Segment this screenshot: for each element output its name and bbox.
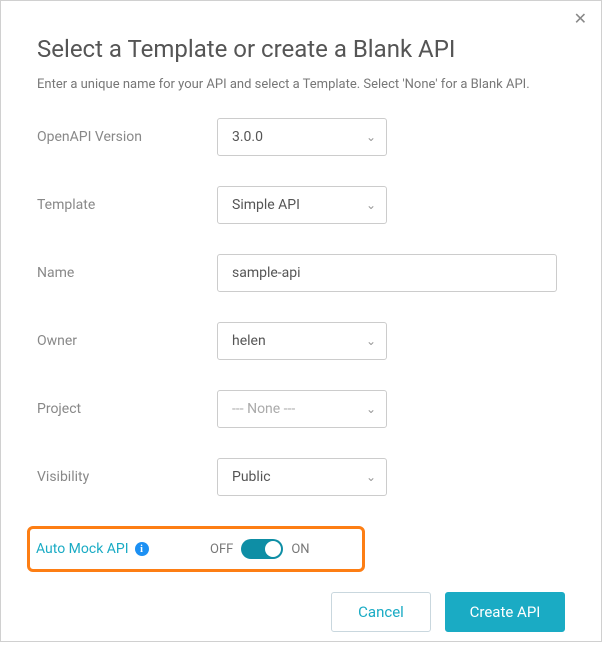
row-template: Template Simple API ⌄ [37, 186, 565, 224]
row-project: Project --- None --- ⌄ [37, 390, 565, 428]
label-visibility: Visibility [37, 469, 217, 485]
select-openapi-version-value: 3.0.0 [232, 129, 263, 145]
toggle-knob [265, 541, 281, 557]
label-auto-mock: Auto Mock API i [36, 541, 210, 557]
row-auto-mock-highlight: Auto Mock API i OFF ON [27, 526, 365, 572]
select-owner-value: helen [232, 333, 266, 349]
select-template[interactable]: Simple API ⌄ [217, 186, 387, 224]
toggle-auto-mock[interactable] [241, 539, 283, 559]
row-owner: Owner helen ⌄ [37, 322, 565, 360]
label-project: Project [37, 401, 217, 417]
select-visibility[interactable]: Public ⌄ [217, 458, 387, 496]
select-project-value: --- None --- [232, 401, 295, 417]
row-openapi-version: OpenAPI Version 3.0.0 ⌄ [37, 118, 565, 156]
select-owner[interactable]: helen ⌄ [217, 322, 387, 360]
label-name: Name [37, 265, 217, 281]
select-visibility-value: Public [232, 469, 271, 485]
row-visibility: Visibility Public ⌄ [37, 458, 565, 496]
select-project[interactable]: --- None --- ⌄ [217, 390, 387, 428]
chevron-down-icon: ⌄ [366, 334, 376, 348]
toggle-auto-mock-group: OFF ON [210, 539, 310, 559]
label-auto-mock-text: Auto Mock API [36, 541, 129, 557]
info-icon[interactable]: i [135, 542, 149, 556]
select-template-value: Simple API [232, 197, 300, 213]
select-openapi-version[interactable]: 3.0.0 ⌄ [217, 118, 387, 156]
chevron-down-icon: ⌄ [366, 470, 376, 484]
dialog-footer: Cancel Create API [37, 592, 565, 632]
dialog-title: Select a Template or create a Blank API [37, 35, 565, 63]
dialog-subtitle: Enter a unique name for your API and sel… [37, 77, 565, 92]
chevron-down-icon: ⌄ [366, 402, 376, 416]
label-template: Template [37, 197, 217, 213]
create-api-button[interactable]: Create API [445, 592, 565, 632]
input-name[interactable] [217, 254, 557, 292]
row-name: Name [37, 254, 565, 292]
cancel-button[interactable]: Cancel [331, 592, 431, 632]
label-openapi-version: OpenAPI Version [37, 129, 217, 145]
toggle-off-label: OFF [210, 542, 233, 557]
dialog-content: Select a Template or create a Blank API … [1, 1, 601, 656]
chevron-down-icon: ⌄ [366, 130, 376, 144]
toggle-on-label: ON [291, 542, 309, 557]
dialog-frame: ✕ Select a Template or create a Blank AP… [0, 0, 602, 642]
chevron-down-icon: ⌄ [366, 198, 376, 212]
close-icon[interactable]: ✕ [574, 11, 587, 27]
label-owner: Owner [37, 333, 217, 349]
